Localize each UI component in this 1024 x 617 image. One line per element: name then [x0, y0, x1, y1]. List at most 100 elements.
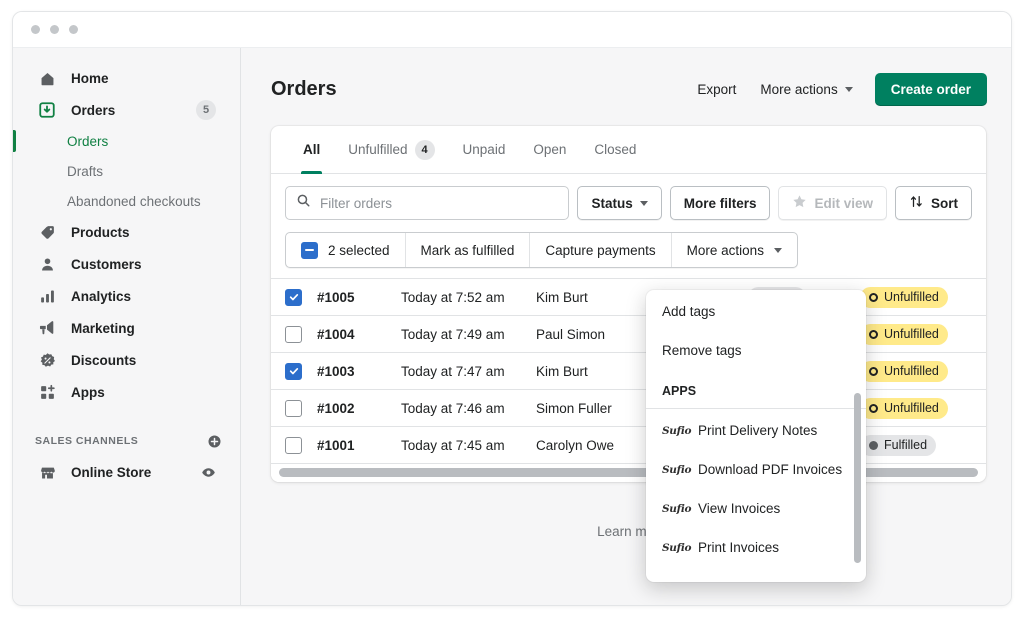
row-checkbox-cell[interactable] — [285, 363, 317, 380]
eye-icon[interactable] — [201, 465, 216, 480]
row-date: Today at 7:49 am — [401, 327, 536, 342]
menu-item-label: Print Delivery Notes — [698, 423, 817, 438]
menu-item-add-tags[interactable]: Add tags — [646, 292, 866, 331]
horizontal-scrollbar-thumb[interactable] — [279, 468, 978, 477]
menu-scrollbar-thumb[interactable] — [854, 393, 861, 563]
sidebar-item-marketing[interactable]: Marketing — [21, 312, 232, 344]
sidebar-item-label: Online Store — [71, 465, 201, 480]
status-filter-button[interactable]: Status — [577, 186, 661, 220]
table-row[interactable]: #1003 Today at 7:47 am Kim Burt $156.00 … — [271, 352, 986, 389]
more-actions-header-label: More actions — [760, 82, 837, 97]
edit-view-button[interactable]: Edit view — [778, 186, 887, 220]
tab-unfulfilled[interactable]: Unfulfilled 4 — [334, 126, 448, 174]
sidebar-item-online-store[interactable]: Online Store — [21, 456, 232, 488]
window-dot-maximize-icon[interactable] — [69, 25, 78, 34]
row-checkbox[interactable] — [285, 289, 302, 306]
menu-item-remove-tags[interactable]: Remove tags — [646, 331, 866, 370]
row-checkbox-cell[interactable] — [285, 326, 317, 343]
tab-open[interactable]: Open — [519, 126, 580, 174]
tab-unpaid[interactable]: Unpaid — [449, 126, 520, 174]
sidebar-subitem-drafts[interactable]: Drafts — [13, 156, 240, 186]
row-order-number: #1001 — [317, 438, 401, 453]
sidebar-item-products[interactable]: Products — [21, 216, 232, 248]
active-indicator-bar — [13, 130, 16, 152]
page-title: Orders — [271, 78, 683, 101]
bulk-selected-label: 2 selected — [328, 243, 390, 258]
row-order-number: #1004 — [317, 327, 401, 342]
orders-table: #1005 Today at 7:52 am Kim Burt $217.50 … — [271, 278, 986, 482]
menu-item-label: Print Invoices — [698, 540, 779, 555]
bar-chart-icon — [37, 286, 57, 306]
sidebar-item-orders[interactable]: Orders 5 — [21, 94, 232, 126]
tab-label: All — [303, 142, 320, 157]
row-checkbox-cell[interactable] — [285, 400, 317, 417]
menu-item-label: View Invoices — [698, 501, 780, 516]
status-ring-icon — [869, 330, 878, 339]
window-dot-minimize-icon[interactable] — [50, 25, 59, 34]
home-icon — [37, 68, 57, 88]
status-ring-icon — [869, 367, 878, 376]
table-row[interactable]: #1002 Today at 7:46 am Simon Fuller $78.… — [271, 389, 986, 426]
sidebar-item-home[interactable]: Home — [21, 62, 232, 94]
sidebar-item-customers[interactable]: Customers — [21, 248, 232, 280]
main-content: Orders Export More actions Create order — [241, 48, 1011, 606]
table-row[interactable]: #1005 Today at 7:52 am Kim Burt $217.50 … — [271, 278, 986, 315]
sufio-app-icon: Sufio — [662, 503, 684, 515]
status-badge-label: Unfulfilled — [884, 327, 939, 341]
search-input[interactable] — [320, 196, 558, 211]
create-order-button[interactable]: Create order — [875, 73, 987, 106]
tab-closed[interactable]: Closed — [580, 126, 650, 174]
row-checkbox[interactable] — [285, 437, 302, 454]
status-badge-label: Unfulfilled — [884, 290, 939, 304]
menu-item-label: Download PDF Invoices — [698, 462, 842, 477]
row-checkbox[interactable] — [285, 400, 302, 417]
sidebar-item-analytics[interactable]: Analytics — [21, 280, 232, 312]
sufio-app-icon: Sufio — [662, 464, 684, 476]
sidebar-subitem-orders[interactable]: Orders — [13, 126, 240, 156]
browser-window: Home Orders 5 Orders — [12, 11, 1012, 606]
status-badge-label: Unfulfilled — [884, 364, 939, 378]
more-actions-header-button[interactable]: More actions — [750, 75, 862, 104]
footnote-text: Learn more ab — [241, 524, 1011, 539]
storefront-icon — [37, 462, 57, 482]
tab-all[interactable]: All — [289, 126, 334, 174]
more-filters-button[interactable]: More filters — [670, 186, 771, 220]
horizontal-scrollbar-track[interactable] — [271, 463, 986, 482]
search-field[interactable] — [285, 186, 569, 220]
row-order-number: #1003 — [317, 364, 401, 379]
menu-item-download-pdf-invoices[interactable]: Sufio Download PDF Invoices — [646, 450, 866, 489]
sidebar-subitem-abandoned-checkouts[interactable]: Abandoned checkouts — [13, 186, 240, 216]
menu-item-print-delivery-notes[interactable]: Sufio Print Delivery Notes — [646, 411, 866, 450]
sales-channels-label: SALES CHANNELS — [35, 435, 207, 447]
row-order-number: #1002 — [317, 401, 401, 416]
capture-payments-button[interactable]: Capture payments — [530, 233, 671, 267]
status-dot-icon — [869, 441, 878, 450]
mark-as-fulfilled-label: Mark as fulfilled — [421, 243, 515, 258]
sort-button[interactable]: Sort — [895, 186, 972, 220]
row-checkbox-cell[interactable] — [285, 437, 317, 454]
more-filters-label: More filters — [684, 196, 757, 211]
sidebar-item-apps[interactable]: Apps — [21, 376, 232, 408]
edit-view-label: Edit view — [814, 196, 873, 211]
sidebar-item-discounts[interactable]: Discounts — [21, 344, 232, 376]
export-button[interactable]: Export — [687, 75, 746, 104]
sidebar-item-label: Apps — [71, 385, 216, 400]
status-ring-icon — [869, 293, 878, 302]
row-checkbox-cell[interactable] — [285, 289, 317, 306]
window-dot-close-icon[interactable] — [31, 25, 40, 34]
row-checkbox[interactable] — [285, 326, 302, 343]
bulk-more-actions-button[interactable]: More actions — [672, 233, 797, 267]
plus-circle-icon[interactable] — [207, 434, 222, 449]
mark-as-fulfilled-button[interactable]: Mark as fulfilled — [406, 233, 531, 267]
sidebar-orders-badge: 5 — [196, 100, 216, 120]
orders-card: All Unfulfilled 4 Unpaid Open — [271, 126, 986, 482]
row-checkbox[interactable] — [285, 363, 302, 380]
table-row[interactable]: #1004 Today at 7:49 am Paul Simon $94.00… — [271, 315, 986, 352]
select-all-checkbox[interactable] — [301, 242, 318, 259]
menu-item-print-invoices[interactable]: Sufio Print Invoices — [646, 528, 866, 567]
row-date: Today at 7:52 am — [401, 290, 536, 305]
menu-item-view-invoices[interactable]: Sufio View Invoices — [646, 489, 866, 528]
table-row[interactable]: #1001 Today at 7:45 am Carolyn Owe $132.… — [271, 426, 986, 463]
check-icon — [289, 292, 299, 302]
bulk-selected-count[interactable]: 2 selected — [286, 233, 406, 267]
